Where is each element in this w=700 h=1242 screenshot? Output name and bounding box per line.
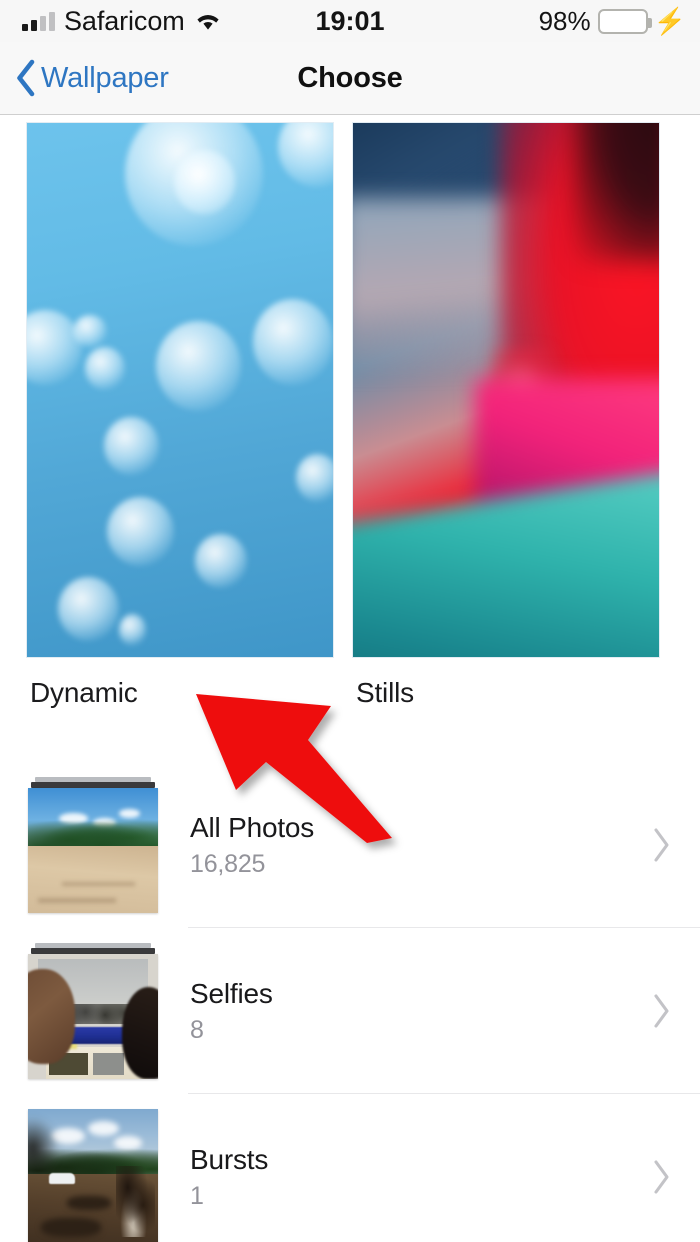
album-title: Bursts: [190, 1144, 269, 1176]
dynamic-wallpaper-thumbnail[interactable]: [26, 122, 334, 658]
lightning-bolt-icon: ⚡: [653, 6, 686, 36]
battery-percent: 98%: [538, 5, 591, 36]
wallpaper-category-stills[interactable]: Stills: [352, 122, 660, 709]
album-list: All Photos 16,825 Selfies 8 Bursts 1: [0, 762, 700, 1242]
chevron-right-icon[interactable]: [650, 992, 700, 1030]
category-label-dynamic: Dynamic: [30, 677, 138, 708]
album-thumb-muddy-road: [28, 1109, 158, 1242]
album-count: 1: [190, 1182, 204, 1211]
battery-icon: [597, 8, 652, 34]
album-count: 16,825: [190, 850, 266, 879]
album-title: Selfies: [190, 978, 273, 1010]
album-text-bursts: Bursts 1: [190, 1143, 650, 1211]
album-text-all-photos: All Photos 16,825: [190, 811, 650, 879]
stills-wallpaper-thumbnail[interactable]: [352, 122, 660, 658]
album-thumb-dirt-road: [28, 777, 158, 913]
battery-nub: [647, 17, 652, 28]
album-text-selfies: Selfies 8: [190, 977, 650, 1045]
navigation-bar: Wallpaper Choose: [0, 42, 700, 115]
album-row-selfies[interactable]: Selfies 8: [0, 928, 700, 1094]
status-bar-clock: 19:01: [315, 5, 385, 36]
album-title: All Photos: [190, 812, 315, 844]
wallpaper-category-dynamic[interactable]: Dynamic: [26, 122, 334, 709]
chevron-right-icon[interactable]: [650, 826, 700, 864]
album-row-all-photos[interactable]: All Photos 16,825: [0, 762, 700, 928]
category-label-stills: Stills: [356, 677, 414, 708]
status-bar: Safaricom 19:01 98% ⚡: [0, 0, 700, 42]
dynamic-blue-bokeh-wallpaper: [27, 123, 333, 657]
wallpaper-category-grid: Dynamic Stills: [0, 122, 700, 709]
album-thumb-shop-interior: [28, 943, 158, 1079]
iphone-screen: Safaricom 19:01 98% ⚡ Wallpaper Choose D…: [0, 0, 700, 1242]
stills-ios12-abstract-wallpaper: [353, 123, 659, 657]
album-row-bursts[interactable]: Bursts 1: [0, 1094, 700, 1242]
status-bar-right: 98% ⚡: [539, 0, 686, 42]
chevron-right-icon[interactable]: [650, 1158, 700, 1196]
page-title: Choose: [297, 61, 403, 94]
album-count: 8: [190, 1016, 204, 1045]
